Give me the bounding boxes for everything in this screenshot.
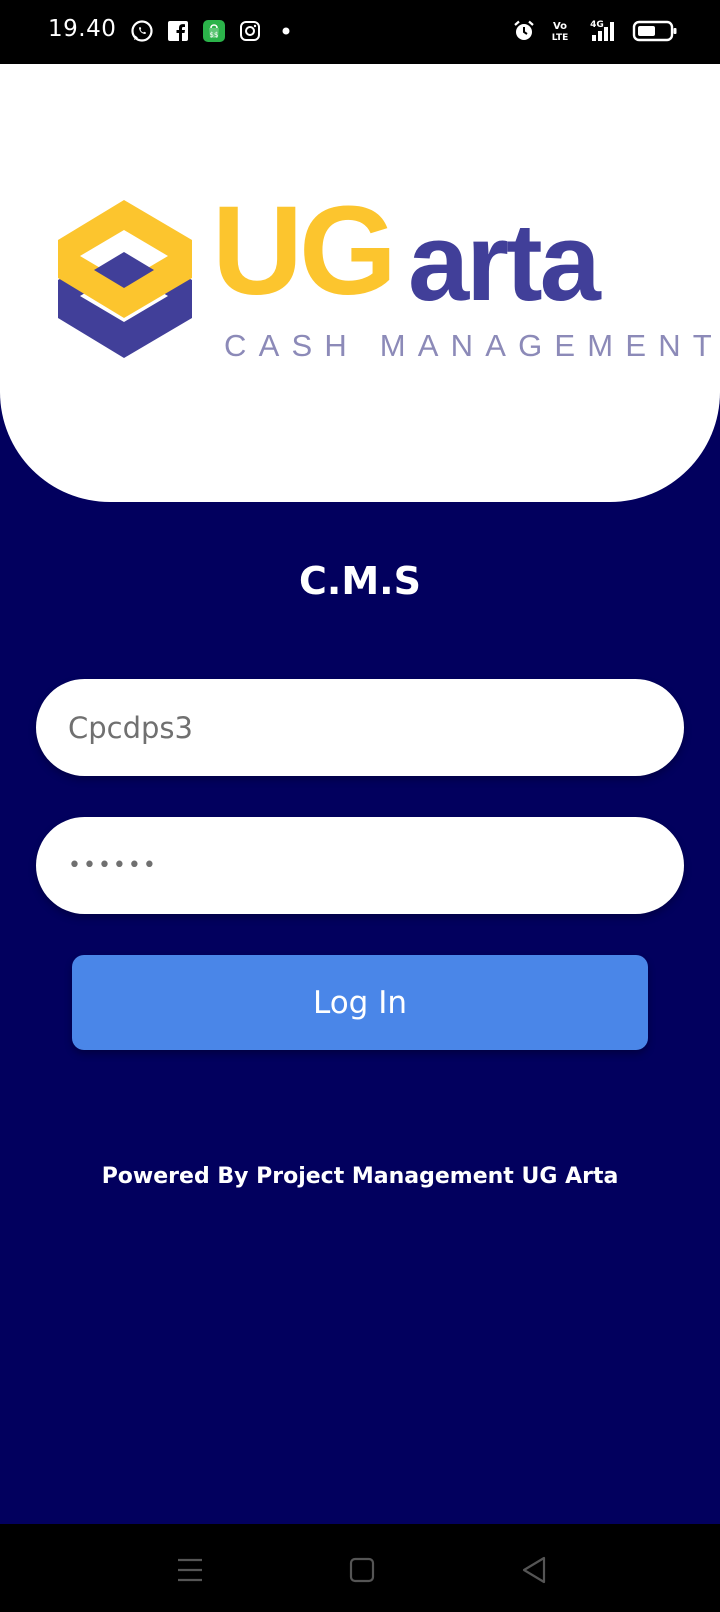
- login-button[interactable]: Log In: [72, 955, 648, 1050]
- logo-text-ug: UG: [212, 180, 397, 321]
- menu-icon[interactable]: [170, 1550, 210, 1590]
- password-input[interactable]: ••••••: [36, 817, 684, 914]
- svg-text:Vo: Vo: [553, 21, 567, 32]
- logo-tagline: CASH MANAGEMENT: [224, 328, 720, 363]
- home-icon[interactable]: [342, 1550, 382, 1590]
- username-value: Cpcdps3: [68, 710, 193, 745]
- status-bar: 19.40 $$ Vo LTE 4G: [0, 0, 720, 64]
- svg-text:LTE: LTE: [552, 33, 569, 43]
- powered-by-text: Powered By Project Management UG Arta: [101, 1164, 619, 1189]
- notification-icons: $$: [130, 18, 298, 44]
- status-time: 19.40: [48, 16, 117, 42]
- whatsapp-icon: [130, 18, 154, 44]
- back-icon[interactable]: [514, 1550, 554, 1590]
- shopping-bag-icon: $$: [202, 18, 226, 44]
- password-value: ••••••: [68, 853, 158, 878]
- svg-text:$$: $$: [210, 31, 219, 39]
- battery-icon: [632, 18, 678, 44]
- volte-icon: Vo LTE: [548, 18, 572, 44]
- dot-icon: [274, 18, 298, 44]
- system-nav-bar: [0, 1524, 720, 1612]
- alarm-icon: [512, 18, 536, 44]
- signal-4g-icon: 4G: [584, 18, 620, 44]
- network-label: 4G: [590, 20, 604, 30]
- page-title: C.M.S: [299, 559, 421, 603]
- facebook-icon: [166, 18, 190, 44]
- instagram-icon: [238, 18, 262, 44]
- system-icons: Vo LTE 4G: [512, 18, 678, 44]
- logo-text-arta: arta: [408, 201, 601, 324]
- username-input[interactable]: Cpcdps3: [36, 679, 684, 776]
